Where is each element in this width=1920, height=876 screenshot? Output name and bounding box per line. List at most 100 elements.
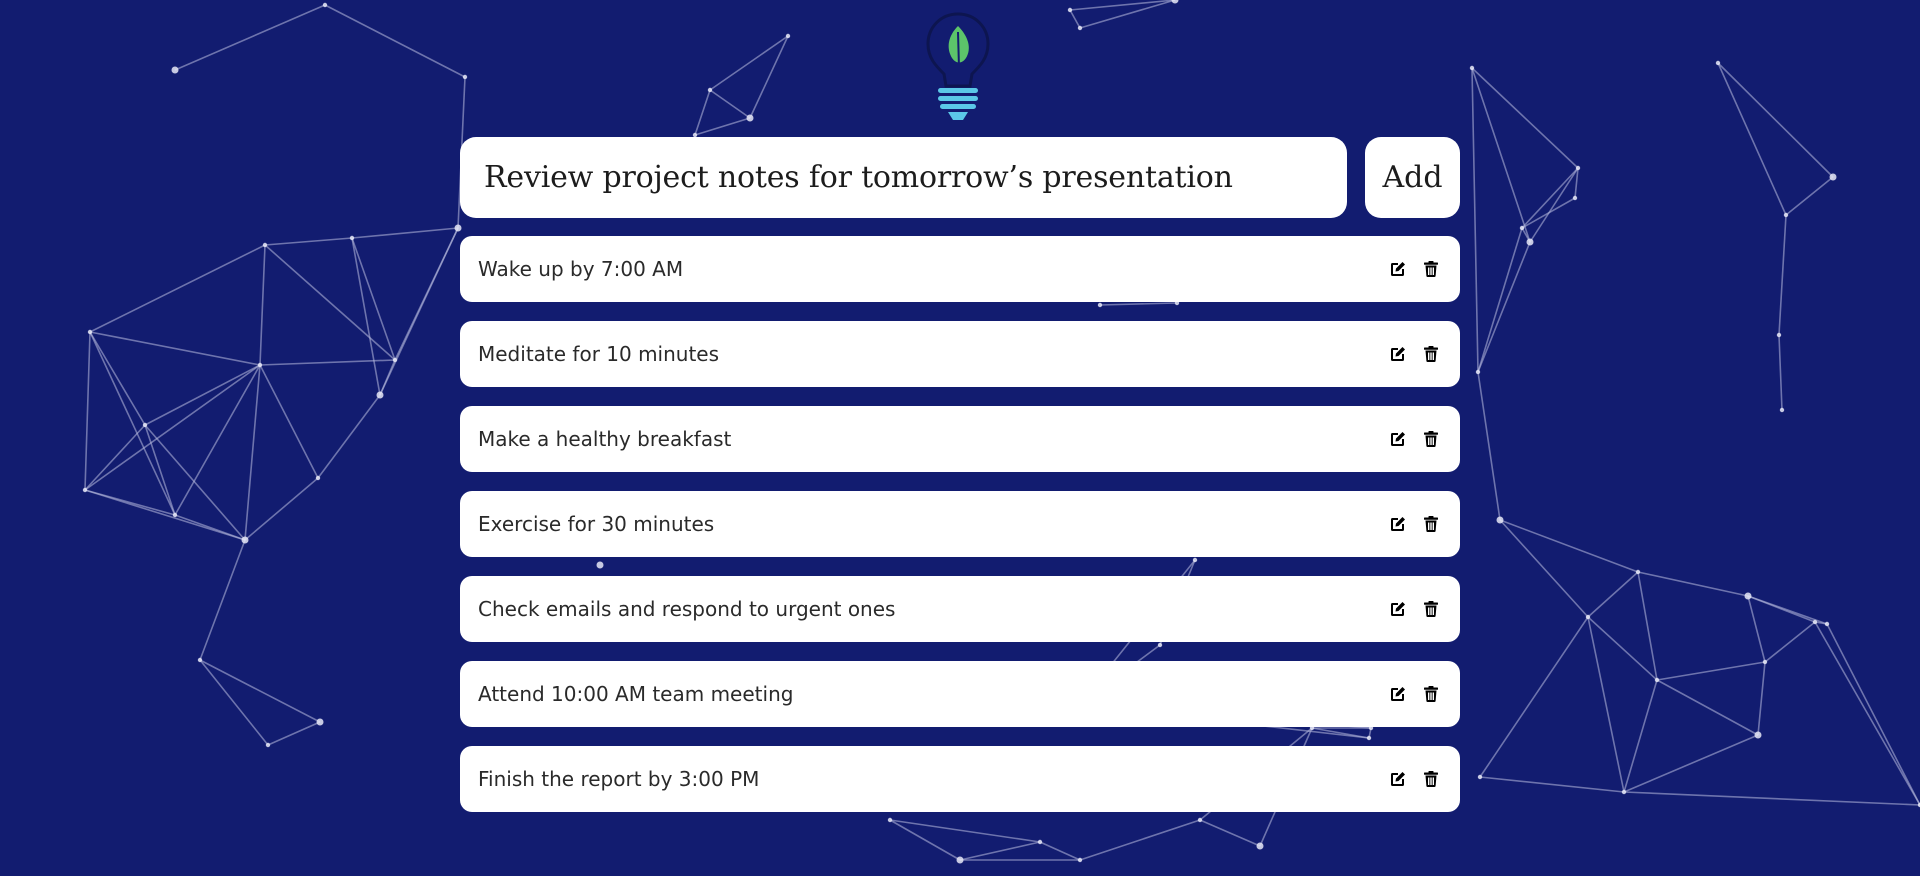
network-line	[1529, 167, 1579, 243]
network-line	[1637, 571, 1658, 681]
network-line	[1587, 616, 1625, 793]
network-line	[199, 659, 321, 723]
network-node	[1715, 60, 1721, 66]
edit-icon[interactable]	[1387, 513, 1409, 535]
trash-icon[interactable]	[1420, 513, 1442, 535]
network-line	[89, 331, 176, 516]
network-line	[174, 4, 326, 71]
network-node	[197, 657, 203, 663]
network-line	[324, 4, 466, 78]
network-node	[1077, 857, 1083, 863]
network-node	[707, 87, 713, 93]
network-node	[349, 235, 355, 241]
trash-icon[interactable]	[1420, 683, 1442, 705]
network-line	[1069, 9, 1081, 29]
network-line	[244, 477, 319, 541]
network-node	[1256, 842, 1264, 850]
network-line	[1814, 621, 1920, 806]
todo-text: Meditate for 10 minutes	[478, 342, 720, 366]
edit-icon[interactable]	[1387, 258, 1409, 280]
trash-icon[interactable]	[1420, 428, 1442, 450]
network-line	[1587, 571, 1639, 618]
network-node	[82, 487, 88, 493]
todo-item: Wake up by 7:00 AM	[460, 236, 1460, 302]
network-node	[376, 391, 384, 399]
todo-item: Finish the report by 3:00 PM	[460, 746, 1460, 812]
network-line	[144, 424, 176, 516]
network-node	[956, 856, 964, 864]
network-line	[1521, 167, 1579, 229]
network-line	[694, 117, 751, 136]
todo-input[interactable]	[460, 137, 1347, 218]
add-button[interactable]: Add	[1365, 137, 1460, 218]
network-node	[1526, 238, 1534, 246]
network-line	[1499, 519, 1639, 573]
edit-icon[interactable]	[1387, 428, 1409, 450]
network-node	[1621, 789, 1627, 795]
network-line	[1471, 67, 1479, 373]
edit-icon[interactable]	[1387, 683, 1409, 705]
network-line	[1778, 214, 1787, 336]
network-line	[259, 364, 319, 479]
network-line	[264, 237, 353, 246]
edit-icon[interactable]	[1387, 343, 1409, 365]
network-node	[316, 718, 324, 726]
network-node	[1829, 173, 1837, 181]
network-node	[1762, 659, 1768, 665]
network-line	[394, 227, 459, 361]
edit-icon[interactable]	[1387, 768, 1409, 790]
network-line	[1477, 371, 1501, 521]
todo-item: Meditate for 10 minutes	[460, 321, 1460, 387]
network-line	[1477, 227, 1523, 373]
network-line	[1757, 661, 1766, 736]
network-node	[1477, 774, 1483, 780]
network-node	[1475, 369, 1481, 375]
trash-icon[interactable]	[1420, 258, 1442, 280]
network-node	[1824, 621, 1830, 627]
network-node	[1812, 619, 1818, 625]
todo-text: Wake up by 7:00 AM	[478, 257, 684, 281]
network-line	[709, 89, 751, 119]
todo-item: Check emails and respond to urgent ones	[460, 576, 1460, 642]
network-node	[1585, 614, 1591, 620]
network-node	[1519, 225, 1525, 231]
network-node	[257, 362, 263, 368]
network-line	[694, 89, 711, 136]
trash-icon[interactable]	[1420, 343, 1442, 365]
network-node	[1654, 677, 1660, 683]
network-node	[142, 422, 148, 428]
network-line	[351, 237, 381, 396]
network-node	[322, 2, 328, 8]
network-line	[1623, 679, 1658, 793]
todo-text: Attend 10:00 AM team meeting	[478, 682, 794, 706]
network-line	[89, 331, 261, 366]
network-line	[1747, 595, 1766, 663]
network-node	[1575, 165, 1581, 171]
todo-text: Exercise for 30 minutes	[478, 512, 715, 536]
todo-text: Check emails and respond to urgent ones	[478, 597, 896, 621]
network-line	[1499, 519, 1589, 618]
todo-list: Wake up by 7:00 AM Meditate for 10 minut…	[460, 236, 1460, 831]
network-node	[315, 475, 321, 481]
network-node	[1754, 731, 1762, 739]
network-node	[1635, 569, 1641, 575]
network-line	[317, 394, 381, 479]
network-node	[265, 742, 271, 748]
network-node	[1037, 839, 1043, 845]
network-node	[1572, 195, 1578, 201]
network-node	[785, 33, 791, 39]
edit-icon[interactable]	[1387, 598, 1409, 620]
todo-item: Make a healthy breakfast	[460, 406, 1460, 472]
trash-icon[interactable]	[1420, 768, 1442, 790]
todo-text: Make a healthy breakfast	[478, 427, 732, 451]
network-line	[1717, 62, 1787, 216]
trash-icon[interactable]	[1420, 598, 1442, 620]
todo-item: Exercise for 30 minutes	[460, 491, 1460, 557]
network-line	[1477, 241, 1531, 373]
todo-item: Attend 10:00 AM team meeting	[460, 661, 1460, 727]
network-line	[1039, 841, 1081, 861]
network-node	[241, 536, 249, 544]
network-line	[1521, 197, 1576, 229]
network-line	[84, 424, 146, 491]
todo-text: Finish the report by 3:00 PM	[478, 767, 760, 791]
